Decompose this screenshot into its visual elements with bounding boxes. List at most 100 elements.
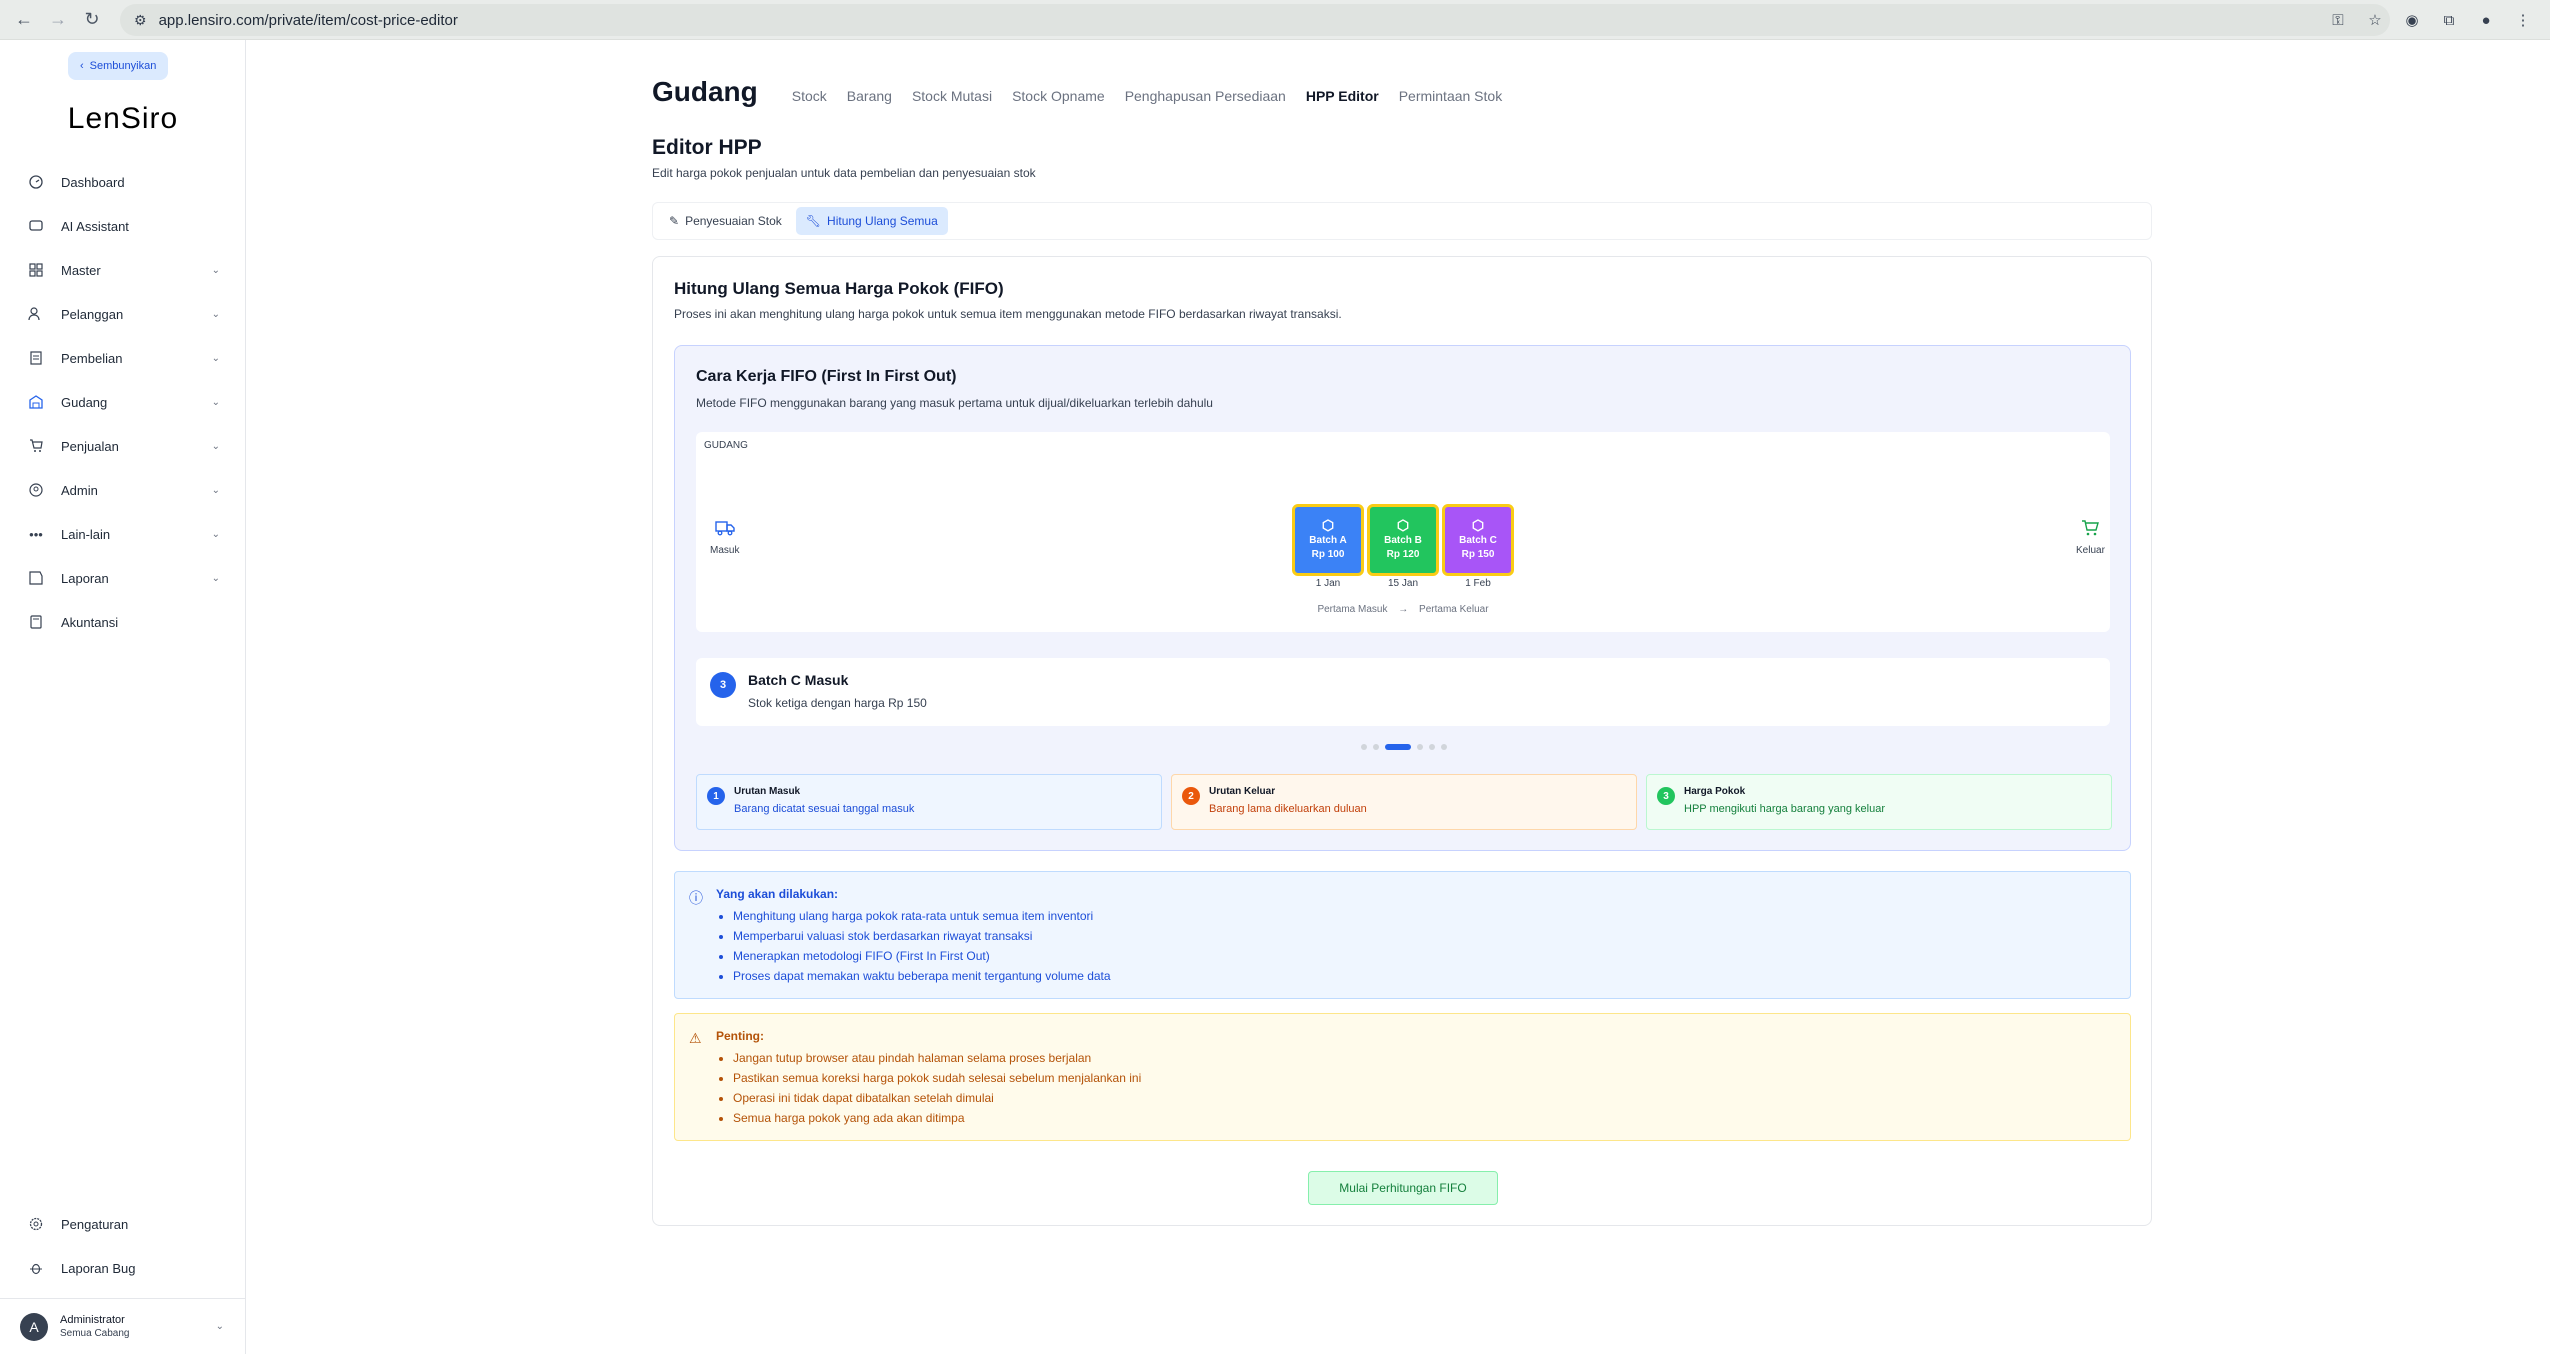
fifo-flow-caption: Pertama Masuk → Pertama Keluar <box>696 604 2110 615</box>
batch-price: Rp 100 <box>1311 549 1345 560</box>
url-text: app.lensiro.com/private/item/cost-price-… <box>158 11 458 29</box>
pencil-icon: ✎ <box>669 214 680 228</box>
tab-stock-opname[interactable]: Stock Opname <box>1012 88 1105 104</box>
list-item: Proses dapat memakan waktu beberapa meni… <box>733 966 1111 986</box>
tab-stock[interactable]: Stock <box>792 88 827 104</box>
chevron-down-icon: ⌄ <box>211 264 220 276</box>
sidebar-item-label: Pembelian <box>61 350 123 366</box>
sidebar-item-label: Dashboard <box>61 174 125 190</box>
sidebar-item-pelanggan[interactable]: Pelanggan ⌄ <box>0 292 246 336</box>
app-logo: LenSiro <box>67 102 179 135</box>
hide-sidebar-button[interactable]: ‹ Sembunyikan <box>68 52 169 80</box>
legend-description: Barang dicatat sesuai tanggal masuk <box>734 803 915 815</box>
batch-name: Batch B <box>1384 535 1422 546</box>
legend-harga-pokok: 3 Harga Pokok HPP mengikuti harga barang… <box>1646 774 2112 830</box>
sidebar-item-admin[interactable]: Admin ⌄ <box>0 468 246 512</box>
batch-b: ⬡ Batch B Rp 120 <box>1367 504 1439 576</box>
sidebar-item-master[interactable]: Master ⌄ <box>0 248 246 292</box>
info-icon: ⓘ <box>689 890 703 906</box>
legend-number: 2 <box>1182 787 1200 805</box>
step-dot[interactable] <box>1360 744 1367 750</box>
user-menu[interactable]: A Administrator Semua Cabang ⌄ <box>0 1298 246 1354</box>
legend-description: Barang lama dikeluarkan duluan <box>1209 803 1367 815</box>
tab-hpp-editor[interactable]: HPP Editor <box>1306 88 1379 104</box>
extensions-puzzle-icon[interactable]: ⧉ <box>2439 10 2459 30</box>
user-branch: Semua Cabang <box>60 1328 130 1339</box>
password-key-icon[interactable]: ⚿ <box>2328 10 2348 30</box>
sidebar-item-pembelian[interactable]: Pembelian ⌄ <box>0 336 246 380</box>
site-settings-icon[interactable]: ⚙ <box>134 12 147 29</box>
box-icon: ⬡ <box>1321 517 1335 533</box>
box-icon: ⬡ <box>1396 517 1410 533</box>
legend-urutan-keluar: 2 Urutan Keluar Barang lama dikeluarkan … <box>1171 774 1637 830</box>
reload-icon[interactable]: ↻ <box>82 9 102 30</box>
chevron-left-icon: ‹ <box>80 60 84 72</box>
sidebar-item-dashboard[interactable]: Dashboard <box>0 160 246 204</box>
sidebar-item-laporan[interactable]: Laporan ⌄ <box>0 556 246 600</box>
tab-stock-mutasi[interactable]: Stock Mutasi <box>912 88 992 104</box>
sidebar-item-laporan-bug[interactable]: Laporan Bug <box>0 1246 246 1290</box>
tab-label: Hitung Ulang Semua <box>827 214 938 228</box>
profile-icon[interactable]: ● <box>2476 10 2496 30</box>
step-dot[interactable] <box>1372 744 1379 750</box>
extension-color-icon[interactable]: ◉ <box>2402 10 2422 30</box>
warning-title: Penting: <box>716 1029 764 1043</box>
sidebar-item-pengaturan[interactable]: Pengaturan <box>0 1202 246 1246</box>
sidebar-item-lain-lain[interactable]: ••• Lain-lain ⌄ <box>0 512 246 556</box>
tab-permintaan-stok[interactable]: Permintaan Stok <box>1399 88 1503 104</box>
step-dot-active[interactable] <box>1384 744 1411 750</box>
hide-sidebar-label: Sembunyikan <box>89 60 157 72</box>
list-item: Operasi ini tidak dapat dibatalkan setel… <box>733 1088 1141 1108</box>
back-icon[interactable]: ← <box>14 9 34 30</box>
chevron-down-icon: ⌄ <box>211 528 220 540</box>
browser-menu-icon[interactable]: ⋮ <box>2513 10 2533 30</box>
chevron-down-icon: ⌄ <box>211 572 220 584</box>
batch-a: ⬡ Batch A Rp 100 <box>1292 504 1364 576</box>
card-description: Proses ini akan menghitung ulang harga p… <box>674 307 1342 321</box>
sidebar-item-label: Pelanggan <box>61 306 124 322</box>
truck-icon <box>715 520 735 539</box>
current-step-card: 3 Batch C Masuk Stok ketiga dengan harga… <box>696 658 2110 726</box>
legend-title: Urutan Masuk <box>734 786 801 797</box>
step-dot[interactable] <box>1440 744 1447 750</box>
warehouse-label: GUDANG <box>704 440 748 451</box>
bookmark-star-icon[interactable]: ☆ <box>2365 10 2385 30</box>
tab-penghapusan-persediaan[interactable]: Penghapusan Persediaan <box>1125 88 1286 104</box>
editor-tabs: ✎ Penyesuaian Stok 🔧︎ Hitung Ulang Semua <box>652 202 2152 240</box>
receipt-icon <box>28 350 44 366</box>
step-dot[interactable] <box>1428 744 1435 750</box>
sidebar-item-ai-assistant[interactable]: AI Assistant <box>0 204 246 248</box>
more-icon: ••• <box>29 526 43 542</box>
list-item: Semua harga pokok yang ada akan ditimpa <box>733 1108 1141 1128</box>
batch-date: 1 Jan <box>1315 578 1341 589</box>
sidebar-item-label: Laporan <box>61 570 109 586</box>
sidebar-item-label: Master <box>61 262 101 278</box>
batch-price: Rp 120 <box>1386 549 1420 560</box>
step-dot[interactable] <box>1416 744 1423 750</box>
sidebar-menu: Dashboard AI Assistant Master ⌄ Pelangga… <box>0 160 246 644</box>
info-list: Menghitung ulang harga pokok rata-rata u… <box>733 906 1111 986</box>
step-title: Batch C Masuk <box>748 672 849 688</box>
list-item: Menerapkan metodologi FIFO (First In Fir… <box>733 946 1111 966</box>
tab-barang[interactable]: Barang <box>847 88 892 104</box>
address-bar[interactable]: ⚙ app.lensiro.com/private/item/cost-pric… <box>120 4 2390 36</box>
avatar: A <box>20 1312 48 1341</box>
recalculate-card: Hitung Ulang Semua Harga Pokok (FIFO) Pr… <box>652 256 2152 1226</box>
sidebar-item-gudang[interactable]: Gudang ⌄ <box>0 380 246 424</box>
sidebar-item-penjualan[interactable]: Penjualan ⌄ <box>0 424 246 468</box>
start-fifo-button[interactable]: Mulai Perhitungan FIFO <box>1308 1171 1498 1205</box>
grid-icon <box>28 262 44 278</box>
flow-first-in: Pertama Masuk <box>1317 604 1388 615</box>
list-item: Menghitung ulang harga pokok rata-rata u… <box>733 906 1111 926</box>
browser-toolbar: ← → ↻ ⚙ app.lensiro.com/private/item/cos… <box>0 0 2550 40</box>
user-circle-icon <box>28 482 44 498</box>
chevron-down-icon: ⌄ <box>211 484 220 496</box>
tab-penyesuaian-stok[interactable]: ✎ Penyesuaian Stok <box>659 207 792 235</box>
tab-hitung-ulang-semua[interactable]: 🔧︎ Hitung Ulang Semua <box>795 207 948 235</box>
step-number-badge: 3 <box>710 672 736 698</box>
legend-urutan-masuk: 1 Urutan Masuk Barang dicatat sesuai tan… <box>696 774 1162 830</box>
legend-description: HPP mengikuti harga barang yang keluar <box>1684 803 1885 815</box>
forward-icon[interactable]: → <box>48 9 68 30</box>
sidebar-item-akuntansi[interactable]: Akuntansi <box>0 600 246 644</box>
stock-out-label: Keluar <box>2076 545 2105 556</box>
